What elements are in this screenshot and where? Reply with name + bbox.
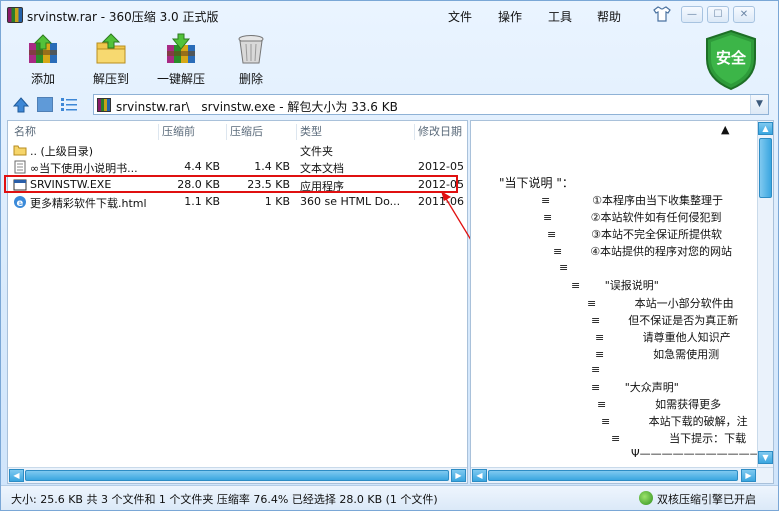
- preview-line: ▲: [721, 123, 730, 136]
- preview-line: Ψ———————————: [631, 447, 761, 460]
- preview-line: ≡ ④本站提供的程序对您的网站: [553, 245, 733, 258]
- preview-line: ≡ 当下提示：下载: [611, 432, 747, 445]
- scrollbar-thumb[interactable]: [488, 470, 738, 481]
- preview-line: ≡: [591, 363, 601, 376]
- preview-line: ≡ 本站一小部分软件由: [587, 297, 734, 310]
- status-bar: 大小: 25.6 KB 共 3 个文件和 1 个文件夹 压缩率 76.4% 已经…: [1, 485, 778, 510]
- scroll-up-icon[interactable]: ▲: [758, 122, 773, 135]
- preview-line: ≡ 本站下载的破解，注: [601, 415, 748, 428]
- preview-line: ≡ 但不保证是否为真正新: [591, 314, 739, 327]
- horizontal-scrollbar[interactable]: ◀ ▶: [471, 467, 773, 483]
- scroll-down-icon[interactable]: ▼: [758, 451, 773, 464]
- preview-line: ≡ "大众声明": [591, 381, 679, 394]
- engine-status-icon: [639, 491, 653, 505]
- scrollbar-thumb[interactable]: [759, 138, 772, 198]
- dual-engine-status[interactable]: 双核压缩引擎已开启: [639, 491, 756, 507]
- preview-line: ≡ ①本程序由当下收集整理于: [541, 194, 724, 207]
- status-text: 大小: 25.6 KB 共 3 个文件和 1 个文件夹 压缩率 76.4% 已经…: [11, 493, 438, 506]
- preview-line: ≡: [559, 261, 569, 274]
- preview-line: ≡ ②本站软件如有任何侵犯到: [543, 211, 722, 224]
- preview-line: ≡ 如急需使用测: [595, 348, 720, 361]
- preview-line: "当下说明 "：: [499, 176, 574, 190]
- scroll-left-icon[interactable]: ◀: [472, 469, 487, 482]
- scroll-right-icon[interactable]: ▶: [741, 469, 756, 482]
- preview-line: ≡ 如需获得更多: [597, 398, 722, 411]
- text-preview-panel: ▲ "当下说明 "： ≡ ①本程序由当下收集整理于 ≡ ②本站软件如有任何侵犯到…: [470, 120, 774, 484]
- engine-status-label: 双核压缩引擎已开启: [657, 493, 756, 506]
- vertical-scrollbar[interactable]: ▲ ▼: [757, 121, 773, 467]
- preview-line: ≡ ③本站不完全保证所提供软: [547, 228, 723, 241]
- app-window: srvinstw.rar - 360压缩 3.0 正式版 文件 操作 工具 帮助…: [0, 0, 779, 511]
- preview-line: ≡ "误报说明": [571, 279, 659, 292]
- preview-line: ≡ 请尊重他人知识产: [595, 331, 731, 344]
